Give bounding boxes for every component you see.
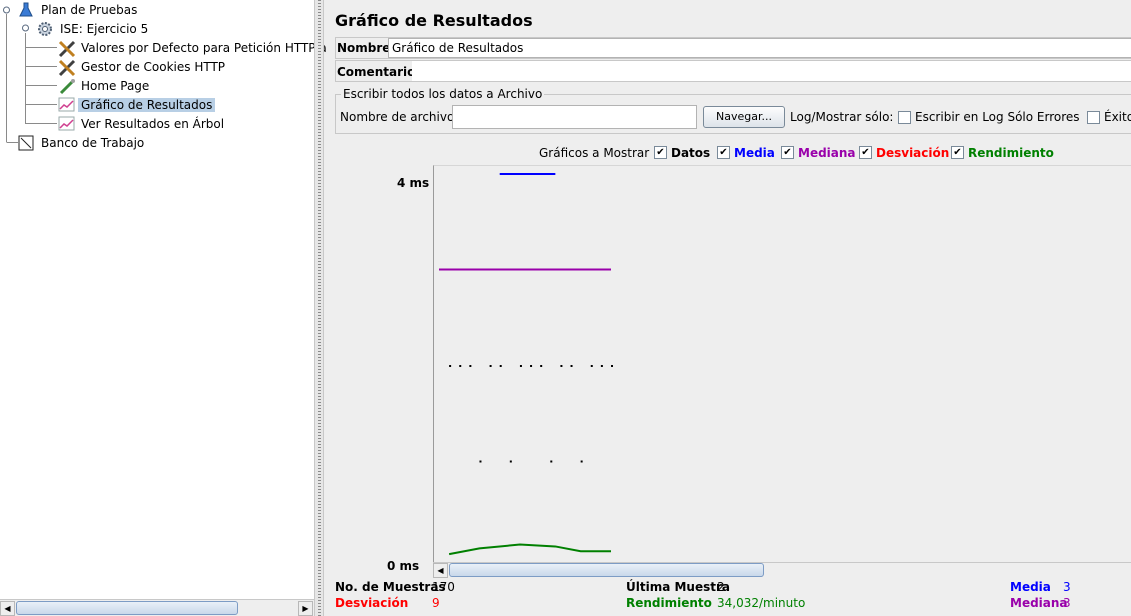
datos-checkbox[interactable]: ✔ xyxy=(654,146,667,159)
comments-label: Comentarios xyxy=(337,65,423,79)
tree-node-results-tree[interactable]: Ver Resultados en Árbol xyxy=(58,115,227,133)
datos-point xyxy=(550,460,553,463)
datos-point xyxy=(530,365,533,367)
datos-point xyxy=(479,460,482,463)
tree-node-thread-group[interactable]: ISE: Ejercicio 5 xyxy=(37,20,151,38)
success-checkbox[interactable] xyxy=(1087,111,1100,124)
name-input[interactable]: Gráfico de Resultados xyxy=(388,38,1131,58)
datos-point xyxy=(611,365,613,367)
median-value: 3 xyxy=(1063,596,1071,610)
scroll-right-icon[interactable]: ▶ xyxy=(298,601,313,616)
tree-node-test-plan[interactable]: Plan de Pruebas xyxy=(18,1,140,19)
y-axis-max-label: 4 ms xyxy=(397,176,430,190)
throughput-label: Rendimiento xyxy=(626,596,712,610)
tree-node-workbench[interactable]: Banco de Trabajo xyxy=(18,134,147,152)
mediana-label: Mediana xyxy=(798,146,856,160)
desviacion-label: Desviación xyxy=(876,146,950,160)
scroll-left-icon[interactable]: ◀ xyxy=(0,601,15,616)
y-axis-min-label: 0 ms xyxy=(387,559,420,573)
throughput-value: 34,032/minuto xyxy=(717,596,806,610)
comments-row: Comentarios xyxy=(335,60,1131,82)
scroll-thumb[interactable] xyxy=(449,563,764,577)
rendimiento-checkbox[interactable]: ✔ xyxy=(951,146,964,159)
scroll-thumb[interactable] xyxy=(16,601,238,615)
deviation-value: 9 xyxy=(432,596,440,610)
graph-horizontal-scrollbar[interactable]: ◀ xyxy=(433,562,1131,578)
results-graph xyxy=(433,165,1131,562)
datos-point xyxy=(459,365,462,367)
graph-icon xyxy=(58,97,75,113)
success-label: Éxitos xyxy=(1104,110,1131,124)
datos-point xyxy=(600,365,603,367)
workbench-icon xyxy=(18,135,34,151)
name-label: Nombre: xyxy=(337,41,396,55)
datos-point xyxy=(590,365,593,367)
samples-label: No. de Muestras xyxy=(335,580,446,594)
tree-node-home-page[interactable]: Home Page xyxy=(58,77,152,95)
datos-point xyxy=(519,365,522,367)
media-label: Media xyxy=(734,146,775,160)
tree-node-http-defaults[interactable]: Valores por Defecto para Petición HTTP a xyxy=(58,39,330,58)
desviacion-checkbox[interactable]: ✔ xyxy=(859,146,872,159)
datos-point xyxy=(469,365,472,367)
tree-horizontal-scrollbar[interactable]: ◀ ▶ xyxy=(0,599,314,616)
samples-value: 170 xyxy=(432,580,455,594)
datos-point xyxy=(489,365,492,367)
name-row: Nombre: Gráfico de Resultados xyxy=(335,37,1131,59)
last-sample-value: 2 xyxy=(717,580,725,594)
rendimiento-label: Rendimiento xyxy=(968,146,1054,160)
scroll-left-icon[interactable]: ◀ xyxy=(433,563,448,578)
tree-node-graph-results[interactable]: Gráfico de Resultados xyxy=(58,96,216,114)
last-sample-label: Última Muestra xyxy=(626,580,731,594)
graph-canvas xyxy=(439,173,613,556)
graph-icon xyxy=(58,116,75,132)
datos-point xyxy=(509,460,512,463)
datos-point xyxy=(540,365,543,367)
wrench-icon xyxy=(58,59,76,77)
errors-only-label: Escribir en Log Sólo Errores xyxy=(915,110,1080,124)
datos-point xyxy=(560,365,563,367)
wrench-icon xyxy=(58,40,76,58)
browse-button[interactable]: Navegar... xyxy=(703,106,785,128)
split-pane-divider[interactable] xyxy=(314,0,324,616)
mediana-checkbox[interactable]: ✔ xyxy=(781,146,794,159)
log-only-label: Log/Mostrar sólo: xyxy=(790,110,894,124)
panel-title: Gráfico de Resultados xyxy=(335,11,533,30)
rendimiento-series-line xyxy=(448,543,611,556)
deviation-label: Desviación xyxy=(335,596,409,610)
media-checkbox[interactable]: ✔ xyxy=(717,146,730,159)
filename-input[interactable] xyxy=(452,105,697,129)
graphs-to-show-label: Gráficos a Mostrar xyxy=(539,146,650,160)
errors-only-checkbox[interactable] xyxy=(898,111,911,124)
mean-label: Media xyxy=(1010,580,1051,594)
comments-input[interactable] xyxy=(412,61,1131,81)
datos-point xyxy=(499,365,502,367)
file-section-title: Escribir todos los datos a Archivo xyxy=(341,87,545,101)
pipette-icon xyxy=(58,78,75,95)
datos-point xyxy=(570,365,573,367)
gear-icon xyxy=(37,21,53,37)
test-plan-tree[interactable]: Plan de Pruebas ISE: Ejercicio 5 Valores… xyxy=(0,0,327,599)
median-label: Mediana xyxy=(1010,596,1068,610)
datos-label: Datos xyxy=(671,146,711,160)
mean-value: 3 xyxy=(1063,580,1071,594)
datos-point xyxy=(449,365,452,367)
flask-icon xyxy=(18,2,34,18)
filename-label: Nombre de archivo xyxy=(340,110,455,124)
datos-point xyxy=(580,460,583,463)
tree-node-cookie-manager[interactable]: Gestor de Cookies HTTP xyxy=(58,58,228,77)
